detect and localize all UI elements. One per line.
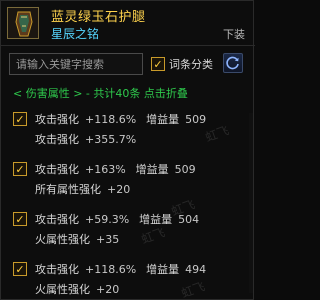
item-title: 蓝灵绿玉石护腿 [51,10,146,25]
gain-value: 504 [178,213,200,226]
check-icon[interactable]: ✓ [13,212,27,226]
entry-secondary-line: 火属性强化 +35 [35,231,119,247]
refresh-button[interactable] [223,53,243,73]
entry-secondary-line: 所有属性强化 +20 [35,181,130,197]
entry-secondary-value: +35 [96,233,120,246]
gain-value: 494 [185,263,207,276]
entry-primary-name: 攻击强化 [35,113,79,126]
refresh-icon [226,56,239,70]
slot-label: 下装 [223,28,245,41]
search-input[interactable] [9,53,143,75]
category-summary[interactable]: < 伤害属性 > - 共计40条 点击折叠 [13,85,188,101]
entry-row[interactable]: ✓ 攻击强化 +118.6% 增益量 494 火属性强化 +20 [1,255,255,300]
entry-row[interactable]: ✓ 攻击强化 +118.6% 增益量 509 攻击强化 +355.7% [1,105,255,155]
check-icon[interactable]: ✓ [13,112,27,126]
gain-label: 增益量 [146,113,180,126]
entry-secondary-value: +20 [107,183,131,196]
scrollbar-track[interactable] [249,113,253,293]
entry-primary-line: 攻击强化 +163% 增益量 509 [35,161,196,177]
gain-value: 509 [185,113,207,126]
gain-label: 增益量 [135,163,169,176]
gain-value: 509 [174,163,196,176]
entry-primary-value: +118.6% [85,113,137,126]
entry-secondary-name: 火属性强化 [35,233,90,246]
search-row: ✓ 词条分类 [1,53,255,77]
entry-secondary-value: +20 [96,283,120,296]
entry-secondary-name: 火属性强化 [35,283,90,296]
item-header: 蓝灵绿玉石护腿 星辰之铭 下装 [1,1,255,47]
item-tooltip-panel: 蓝灵绿玉石护腿 星辰之铭 下装 ✓ 词条分类 < 伤害属性 > - 共计40条 … [0,0,255,300]
entry-primary-line: 攻击强化 +118.6% 增益量 509 [35,111,206,127]
entry-primary-value: +163% [85,163,126,176]
entry-secondary-line: 火属性强化 +20 [35,281,119,297]
entry-secondary-line: 攻击强化 +355.7% [35,131,136,147]
entry-primary-line: 攻击强化 +59.3% 增益量 504 [35,211,199,227]
gain-label: 增益量 [146,263,180,276]
entry-primary-name: 攻击强化 [35,213,79,226]
entry-primary-name: 攻击强化 [35,163,79,176]
entry-primary-name: 攻击强化 [35,263,79,276]
check-icon[interactable]: ✓ [13,262,27,276]
entry-primary-value: +59.3% [85,213,130,226]
header-divider [1,45,255,46]
entry-primary-line: 攻击强化 +118.6% 增益量 494 [35,261,206,277]
category-toggle-label: 词条分类 [169,58,213,71]
check-icon[interactable]: ✓ [13,162,27,176]
entry-secondary-value: +355.7% [85,133,137,146]
entry-secondary-name: 攻击强化 [35,133,79,146]
check-icon[interactable]: ✓ [151,57,165,71]
entry-secondary-name: 所有属性强化 [35,183,101,196]
entry-row[interactable]: ✓ 攻击强化 +59.3% 增益量 504 火属性强化 +35 [1,205,255,255]
entry-list: ✓ 攻击强化 +118.6% 增益量 509 攻击强化 +355.7% ✓ 攻击强化 +1… [1,105,255,300]
gain-label: 增益量 [139,213,173,226]
leg-armor-icon [7,7,39,39]
item-subtitle: 星辰之铭 [51,27,100,41]
entry-row[interactable]: ✓ 攻击强化 +163% 增益量 509 所有属性强化 +20 [1,155,255,205]
entry-primary-value: +118.6% [85,263,137,276]
